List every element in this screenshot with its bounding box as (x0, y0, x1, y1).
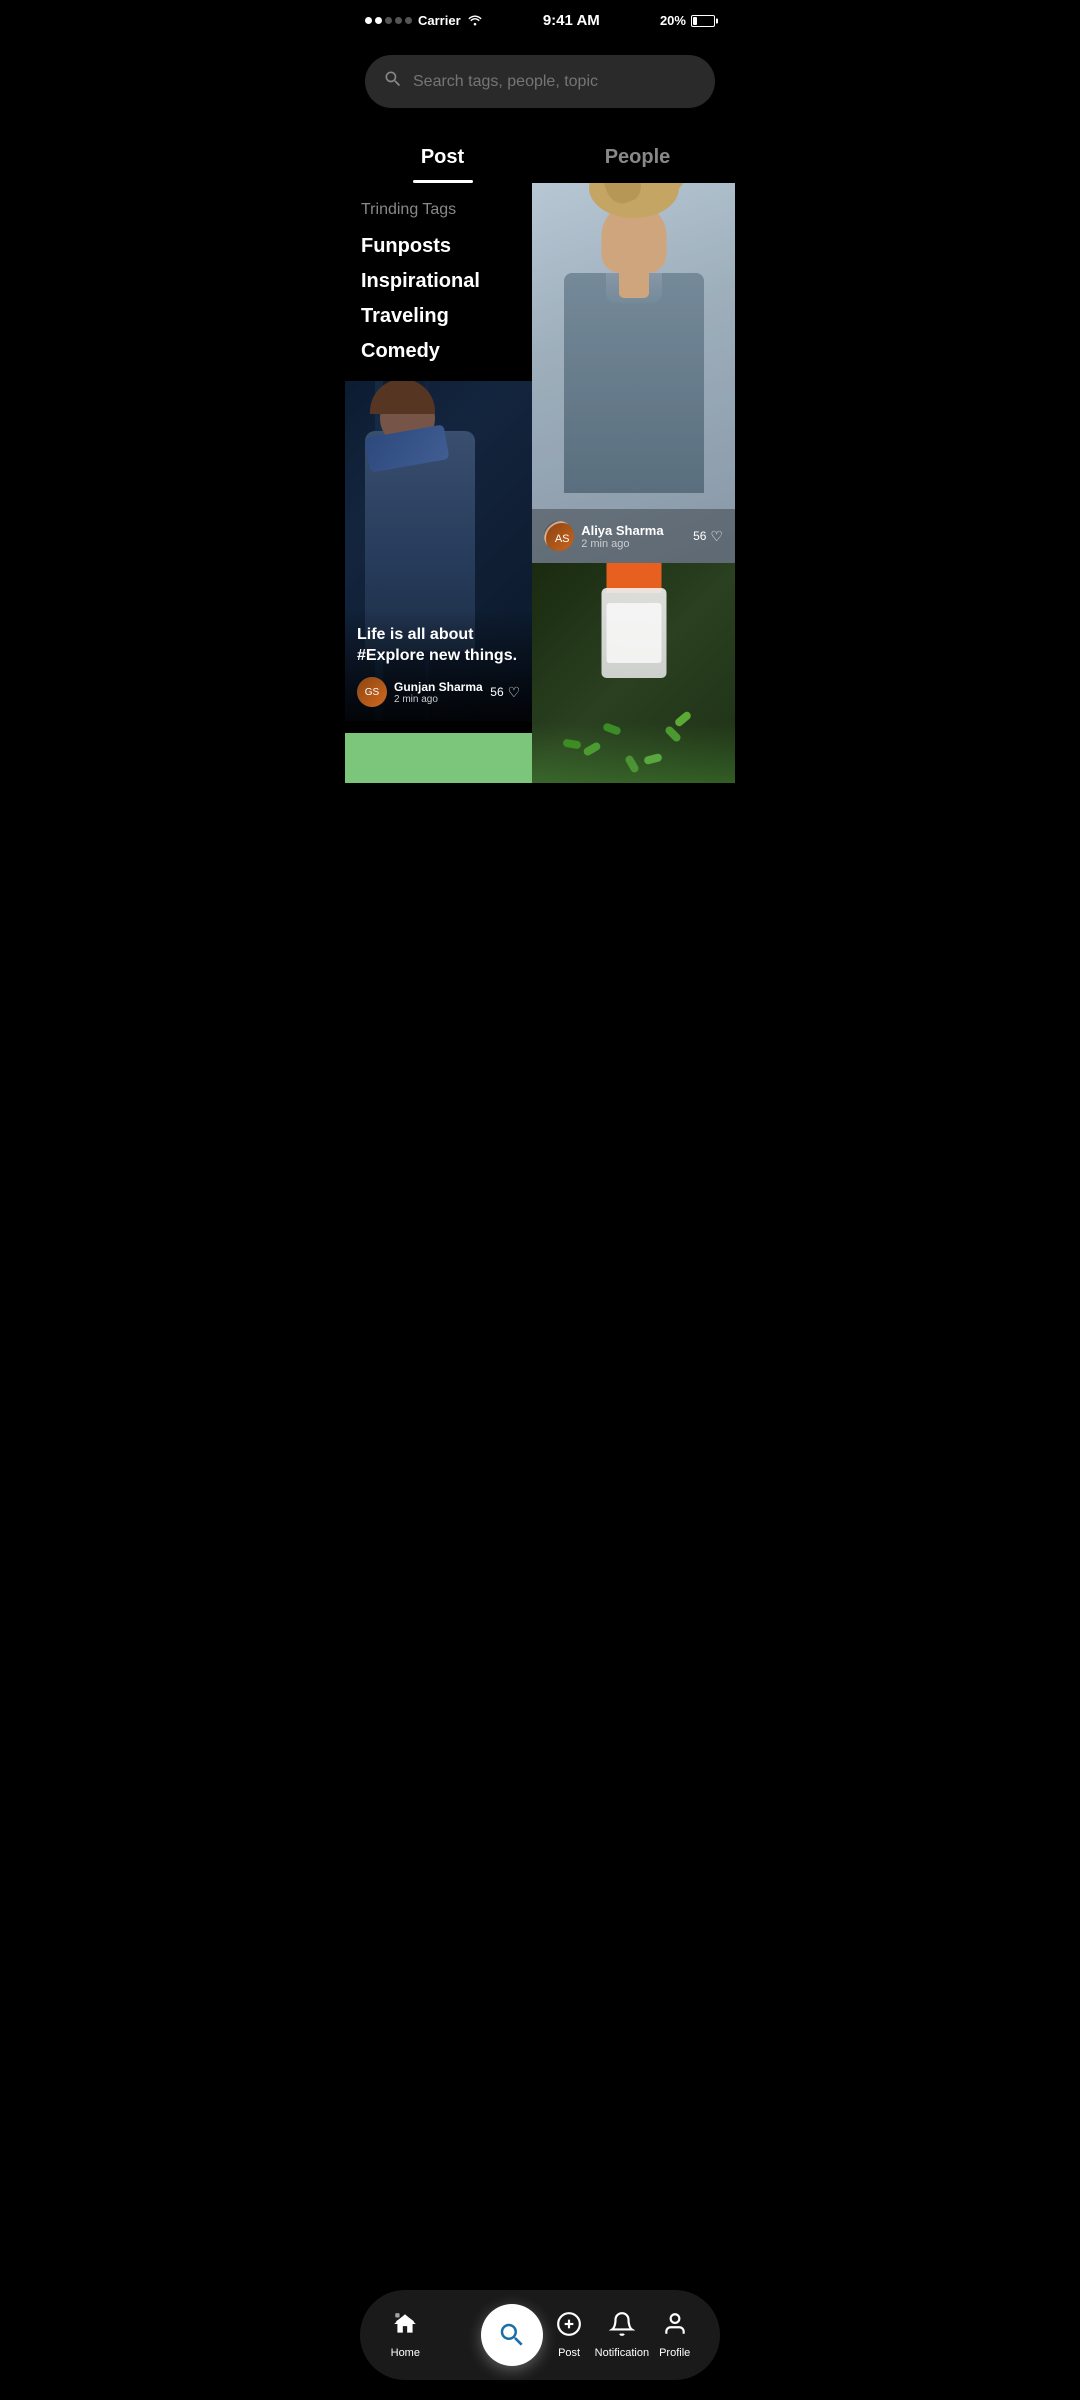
signal-dot-4 (395, 17, 402, 24)
like-count-right[interactable]: 56 ♡ (693, 528, 723, 545)
author-avatar-left: GS (357, 677, 387, 707)
post-meta-left: GS Gunjan Sharma 2 min ago 56 ♡ (357, 677, 520, 707)
post-caption: Life is all about #Explore new things. (357, 624, 520, 667)
search-bar[interactable] (365, 55, 715, 108)
trending-tag-traveling[interactable]: Traveling (361, 305, 516, 328)
post-card-left-overlay: Life is all about #Explore new things. G… (345, 610, 532, 721)
signal-dot-5 (405, 17, 412, 24)
nav-item-profile[interactable]: Profile (650, 2311, 700, 2359)
profile-icon (662, 2311, 688, 2343)
post-author-right: AS Aliya Sharma 2 min ago (544, 521, 663, 551)
trending-tag-comedy[interactable]: Comedy (361, 340, 516, 363)
trending-tags-list: Funposts Inspirational Traveling Comedy (361, 235, 516, 363)
status-bar: Carrier 9:41 AM 20% (345, 0, 735, 35)
like-number-left: 56 (490, 685, 503, 699)
author-name-left: Gunjan Sharma (394, 680, 483, 694)
author-avatar-right: AS (544, 521, 574, 551)
status-time: 9:41 AM (543, 12, 600, 29)
nav-search-center-button[interactable] (481, 2304, 543, 2366)
post-card-right-top-overlay: AS Aliya Sharma 2 min ago 56 ♡ (532, 509, 735, 563)
search-icon (383, 69, 403, 94)
nav-label-home: Home (391, 2347, 420, 2359)
search-input[interactable] (413, 73, 697, 91)
author-time-left: 2 min ago (394, 694, 483, 705)
post-icon (556, 2311, 582, 2343)
wifi-icon (467, 13, 483, 29)
trending-section: Trinding Tags Funposts Inspirational Tra… (345, 183, 532, 381)
author-name-right: Aliya Sharma (581, 523, 663, 538)
author-info-right: Aliya Sharma 2 min ago (581, 523, 663, 550)
status-right: 20% (660, 13, 715, 28)
bottom-nav: Home Post Notification (360, 2290, 720, 2380)
tab-bar: Post People (345, 118, 735, 183)
like-count-left[interactable]: 56 ♡ (490, 684, 520, 701)
author-time-right: 2 min ago (581, 538, 663, 550)
home-icon (392, 2311, 418, 2343)
heart-icon-right: ♡ (710, 528, 723, 545)
content-grid: Trinding Tags Funposts Inspirational Tra… (345, 183, 735, 783)
author-info-left: Gunjan Sharma 2 min ago (394, 680, 483, 705)
signal-dot-2 (375, 17, 382, 24)
like-number-right: 56 (693, 529, 706, 543)
signal-dot-3 (385, 17, 392, 24)
nav-label-profile: Profile (659, 2347, 690, 2359)
search-container (345, 35, 735, 118)
nav-item-home[interactable]: Home (380, 2311, 430, 2359)
nav-item-notification[interactable]: Notification (595, 2311, 649, 2359)
post-author-left: GS Gunjan Sharma 2 min ago (357, 677, 483, 707)
post-card-right-bottom[interactable] (532, 563, 735, 783)
status-left: Carrier (365, 13, 483, 29)
trending-tag-inspirational[interactable]: Inspirational (361, 270, 516, 293)
post-card-right-top[interactable]: AS Aliya Sharma 2 min ago 56 ♡ (532, 183, 735, 563)
left-column: Trinding Tags Funposts Inspirational Tra… (345, 183, 532, 783)
battery-percent: 20% (660, 13, 686, 28)
green-section-left (345, 733, 532, 783)
tab-post[interactable]: Post (345, 134, 540, 183)
nav-label-post: Post (558, 2347, 580, 2359)
signal-dots (365, 17, 412, 24)
notification-icon (609, 2311, 635, 2343)
trending-label: Trinding Tags (361, 201, 516, 219)
tab-people[interactable]: People (540, 134, 735, 183)
post-meta-right: AS Aliya Sharma 2 min ago 56 ♡ (544, 521, 723, 551)
carrier-label: Carrier (418, 13, 461, 28)
trending-tag-funposts[interactable]: Funposts (361, 235, 516, 258)
heart-icon-left: ♡ (508, 684, 521, 701)
right-column: AS Aliya Sharma 2 min ago 56 ♡ (532, 183, 735, 783)
post-card-left[interactable]: Life is all about #Explore new things. G… (345, 381, 532, 733)
nav-label-notification: Notification (595, 2347, 649, 2359)
signal-dot-1 (365, 17, 372, 24)
battery-icon (691, 15, 715, 27)
nav-item-post[interactable]: Post (544, 2311, 594, 2359)
